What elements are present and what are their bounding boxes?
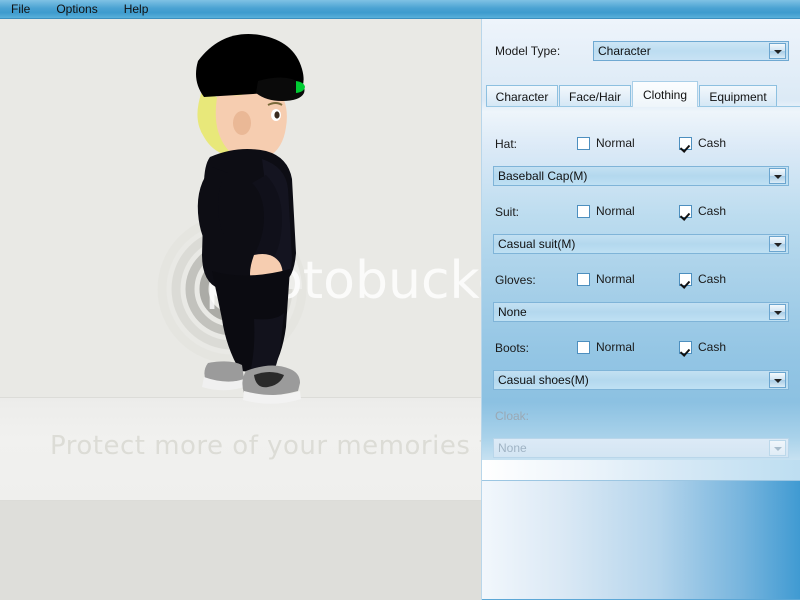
hat-normal-label: Normal xyxy=(596,136,635,150)
tab-face-hair[interactable]: Face/Hair xyxy=(559,85,631,107)
tab-bar: Character Face/Hair Clothing Equipment xyxy=(486,81,800,107)
gloves-dropdown[interactable]: None xyxy=(493,302,789,322)
menu-bar: File Options Help xyxy=(0,0,800,19)
boots-cash-checkbox[interactable]: Cash xyxy=(679,340,726,354)
boots-cash-label: Cash xyxy=(698,340,727,354)
hat-cash-label: Cash xyxy=(698,136,727,150)
checkbox-box-icon xyxy=(577,204,590,218)
boots-normal-label: Normal xyxy=(596,340,635,354)
photobucket-watermark-tagline: Protect more of your memories for less! xyxy=(50,431,481,461)
suit-normal-label: Normal xyxy=(596,204,635,218)
tab-clothing[interactable]: Clothing xyxy=(632,81,698,107)
character-model-render xyxy=(196,34,305,404)
viewport-divider-line-lower xyxy=(0,500,481,501)
boots-normal-checkbox[interactable]: Normal xyxy=(577,340,635,354)
menu-help[interactable]: Help xyxy=(121,0,152,19)
chevron-down-icon[interactable] xyxy=(769,168,786,184)
hat-label: Hat: xyxy=(495,137,518,151)
gloves-value: None xyxy=(498,305,527,319)
tab-face-hair-label: Face/Hair xyxy=(568,89,621,104)
model-viewport[interactable]: photobucket Protect more of your memorie… xyxy=(0,19,481,600)
cloak-label: Cloak: xyxy=(495,409,530,423)
panel-bottom-highlight xyxy=(482,460,800,480)
cloak-dropdown: None xyxy=(493,438,789,458)
checkbox-box-icon xyxy=(577,340,590,354)
suit-cash-checkbox[interactable]: Cash xyxy=(679,204,726,218)
boots-dropdown[interactable]: Casual shoes(M) xyxy=(493,370,789,390)
gloves-cash-label: Cash xyxy=(698,272,727,286)
chevron-down-icon[interactable] xyxy=(769,372,786,388)
tab-character-label: Character xyxy=(495,89,549,104)
chevron-down-icon[interactable] xyxy=(769,304,786,320)
cloak-value: None xyxy=(498,441,527,455)
menu-file[interactable]: File xyxy=(8,0,33,19)
gloves-normal-checkbox[interactable]: Normal xyxy=(577,272,635,286)
suit-normal-checkbox[interactable]: Normal xyxy=(577,204,635,218)
suit-cash-label: Cash xyxy=(698,204,727,218)
chevron-down-icon xyxy=(769,440,786,456)
gloves-label: Gloves: xyxy=(495,273,536,287)
hat-value: Baseball Cap(M) xyxy=(498,169,588,183)
tab-equipment-label: Equipment xyxy=(709,89,767,104)
suit-label: Suit: xyxy=(495,205,520,219)
checkbox-checked-icon xyxy=(679,136,692,150)
checkbox-box-icon xyxy=(577,136,590,150)
hat-cash-checkbox[interactable]: Cash xyxy=(679,136,726,150)
model-type-dropdown[interactable]: Character xyxy=(593,41,789,61)
gloves-normal-label: Normal xyxy=(596,272,635,286)
tab-clothing-label: Clothing xyxy=(642,87,688,102)
hat-dropdown[interactable]: Baseball Cap(M) xyxy=(493,166,789,186)
model-type-label: Model Type: xyxy=(495,44,561,58)
suit-dropdown[interactable]: Casual suit(M) xyxy=(493,234,789,254)
checkbox-checked-icon xyxy=(679,340,692,354)
character-model[interactable] xyxy=(150,19,370,419)
checkbox-box-icon xyxy=(577,272,590,286)
suit-value: Casual suit(M) xyxy=(498,237,576,251)
app-window: File Options Help photobucket Protect mo… xyxy=(0,0,800,600)
options-panel: Model Type: Character Character Face/Hai… xyxy=(481,19,800,600)
tab-equipment[interactable]: Equipment xyxy=(699,85,777,107)
chevron-down-icon[interactable] xyxy=(769,43,786,59)
model-type-value: Character xyxy=(598,44,651,58)
tab-character[interactable]: Character xyxy=(486,85,558,107)
viewport-background-floor xyxy=(0,500,481,600)
chevron-down-icon[interactable] xyxy=(769,236,786,252)
menu-options[interactable]: Options xyxy=(53,0,100,19)
panel-bottom-gradient xyxy=(482,480,800,600)
boots-label: Boots: xyxy=(495,341,530,355)
boots-value: Casual shoes(M) xyxy=(498,373,589,387)
checkbox-checked-icon xyxy=(679,272,692,286)
gloves-cash-checkbox[interactable]: Cash xyxy=(679,272,726,286)
checkbox-checked-icon xyxy=(679,204,692,218)
hat-normal-checkbox[interactable]: Normal xyxy=(577,136,635,150)
